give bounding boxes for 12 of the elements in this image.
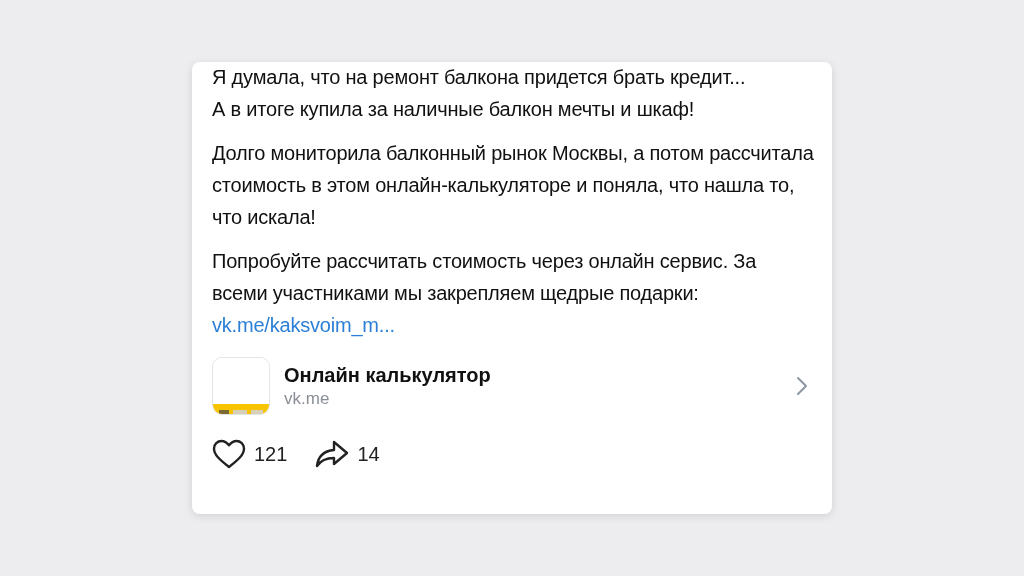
post-text: А в итоге купила за наличные балкон мечты и шкаф! bbox=[212, 97, 696, 122]
post-text: Я думала, что на ремонт балкона придется брать кредит... bbox=[212, 65, 747, 90]
share-count: 14 bbox=[357, 442, 380, 466]
share-icon[interactable] bbox=[315, 440, 350, 468]
post-text: Долго мониторила балконный рынок Москвы, а потом рассчитала стоимость в этом онлайн-калькуляторе и поняла, что нашла то, что искала! bbox=[212, 141, 814, 230]
link[interactable]: vk.me/kaksvoim_m... bbox=[212, 314, 395, 336]
attachment-title[interactable]: Онлайн калькулятор bbox=[284, 363, 782, 387]
chevron-right-icon[interactable] bbox=[796, 376, 808, 396]
heart-icon[interactable] bbox=[212, 439, 246, 469]
attachment-domain: vk.me bbox=[284, 388, 331, 409]
post-text: Попробуйте рассчитать стоимость через онлайн сервис. За всеми участниками мы закрепляем щедрые подарки: vk.me/kaksvoim_m... bbox=[212, 249, 758, 339]
like-count: 121 bbox=[254, 442, 288, 466]
